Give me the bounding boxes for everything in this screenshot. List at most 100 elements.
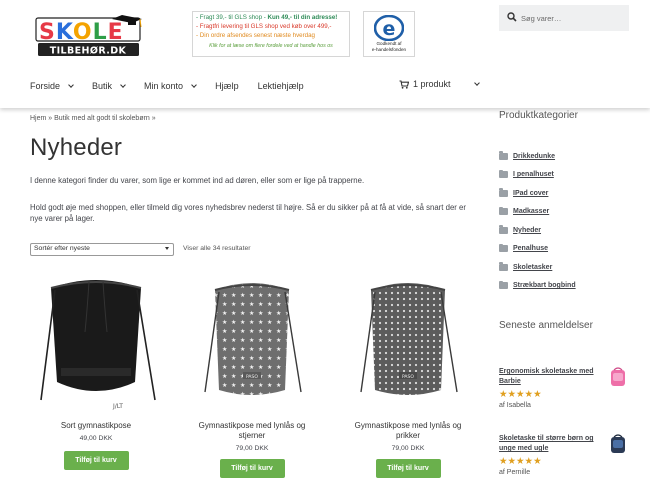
main-navigation: Forside Butik Min konto Hjælp Lektiehjæl…: [30, 79, 323, 93]
folder-icon: [499, 280, 508, 290]
sort-select[interactable]: Sortér efter nyeste: [30, 243, 174, 256]
recent-reviews-title: Seneste anmeldelser: [499, 320, 593, 331]
category-label: Nyheder: [513, 226, 542, 234]
logo-subtext: TILBEHØR.DK: [50, 46, 127, 57]
rating-stars: ★★★★★: [499, 456, 542, 467]
category-label: Madkasser: [513, 208, 550, 216]
product-price: 79,00 DKK: [391, 445, 425, 452]
cart-menu[interactable]: 1 produkt: [399, 79, 480, 89]
product-print-text: PASO: [402, 374, 414, 380]
nav-item-lektiehjaelp[interactable]: Lektiehjælp: [258, 79, 304, 93]
breadcrumb[interactable]: Hjem » Butik med alt godt til skolebørn …: [30, 115, 156, 122]
chevron-down-icon: [68, 81, 74, 88]
folder-icon: [499, 206, 508, 216]
product-image[interactable]: PASO: [341, 272, 475, 412]
trust-line-2: e-handelsfonden: [371, 46, 407, 52]
folder-icon: [499, 262, 508, 271]
folder-icon: [499, 151, 508, 160]
nav-label: Lektiehjælp: [257, 81, 304, 91]
category-label: IPad cover: [513, 189, 549, 197]
folder-icon: [499, 243, 508, 253]
page-title: Nyheder: [30, 134, 123, 161]
sort-selected-value: Sortér efter nyeste: [34, 245, 90, 252]
nav-item-forside[interactable]: Forside: [30, 79, 74, 93]
review-product-thumbnail[interactable]: [609, 434, 627, 454]
svg-text:e: e: [383, 18, 396, 40]
category-link-i-penalhuset[interactable]: I penalhuset: [499, 166, 576, 185]
site-header: SKOLE TILBEHØR.DK - Fragt 39,- til GLS s…: [0, 0, 650, 108]
product-print-text: PASO: [246, 374, 258, 380]
promo-line-1-prefix: - Fragt 39,- til GLS shop -: [196, 14, 268, 21]
product-image[interactable]: J/LT: [29, 272, 163, 412]
chevron-down-icon: [165, 247, 169, 250]
category-link-straekbart-bogbind[interactable]: Strækbart bogbind: [499, 277, 576, 296]
chevron-down-icon: [120, 81, 126, 88]
result-count: Viser alle 34 resultater: [183, 245, 251, 252]
category-label: I penalhuset: [513, 171, 554, 179]
nav-label: Hjælp: [215, 81, 239, 91]
category-label: Penalhuse: [513, 245, 549, 253]
promo-line-2: - Fragtfri levering til GLS shop ved køb…: [196, 22, 332, 30]
chevron-down-icon: [191, 81, 197, 88]
svg-text:SKOLE: SKOLE: [39, 20, 124, 45]
product-card: PASO Gymnastikpose med lynlås og prikker…: [341, 272, 475, 478]
nav-label: Butik: [92, 81, 113, 91]
product-card: ★ PASO Gymnastikpose med lynlås og stjer…: [185, 272, 319, 478]
category-description-1: I denne kategori finder du varer, som li…: [30, 176, 365, 185]
category-link-drikkedunke[interactable]: Drikkedunke: [499, 147, 576, 166]
category-label: Skoletasker: [513, 263, 553, 271]
category-description-2: Hold godt øje med shoppen, eller tilmeld…: [30, 203, 466, 223]
chevron-down-icon: [473, 79, 480, 86]
product-card: J/LT Sort gymnastikpose 49,00 DKK Tilføj…: [29, 272, 163, 470]
nav-label: Forside: [30, 81, 61, 91]
promo-line-1-bold: Kun 49,- til din adresse!: [267, 14, 338, 21]
category-label: Strækbart bogbind: [513, 282, 576, 290]
promo-line-3: - Din ordre afsendes senest næste hverda…: [196, 31, 316, 39]
search-input[interactable]: [521, 11, 621, 25]
category-link-nyheder[interactable]: Nyheder: [499, 221, 576, 240]
category-label: Drikkedunke: [513, 152, 556, 160]
add-to-cart-button[interactable]: Tilføj til kurv: [375, 459, 441, 478]
review-item: Skoletaske til større børn og unge med u…: [499, 434, 629, 476]
promo-line-1: - Fragt 39,- til GLS shop - Kun 49,- til…: [196, 14, 346, 23]
nav-item-butik[interactable]: Butik: [92, 79, 126, 93]
e-maerket-icon: e: [374, 15, 404, 41]
cart-icon: [399, 79, 409, 89]
review-item: Ergonomisk skoletaske med Barbie ★★★★★ a…: [499, 367, 629, 409]
logo-graphic: SKOLE TILBEHØR.DK: [35, 15, 142, 57]
product-name[interactable]: Gymnastikpose med lynlås og stjerner: [185, 421, 319, 441]
category-list: Drikkedunke I penalhuset IPad cover Madk…: [499, 147, 576, 295]
nav-label: Min konto: [144, 81, 184, 91]
shipping-promo-box[interactable]: - Fragt 39,- til GLS shop - Kun 49,- til…: [192, 11, 350, 57]
review-product-link[interactable]: Ergonomisk skoletaske med Barbie: [499, 367, 599, 387]
category-link-skoletasker[interactable]: Skoletasker: [499, 258, 576, 277]
product-price: 79,00 DKK: [235, 445, 269, 452]
category-link-penalhuse[interactable]: Penalhuse: [499, 240, 576, 259]
product-name[interactable]: Sort gymnastikpose: [29, 421, 163, 431]
folder-icon: [499, 225, 508, 234]
e-maerket-badge[interactable]: e Godkendt af e-handelsfonden: [363, 11, 415, 57]
folder-icon: [499, 169, 508, 179]
product-price: 49,00 DKK: [79, 435, 113, 442]
category-link-madkasser[interactable]: Madkasser: [499, 203, 576, 222]
site-logo[interactable]: SKOLE TILBEHØR.DK: [34, 12, 146, 58]
product-print-text: J/LT: [112, 403, 123, 410]
rating-stars: ★★★★★: [499, 389, 542, 400]
folder-icon: [499, 188, 508, 197]
nav-item-min-konto[interactable]: Min konto: [144, 79, 197, 93]
review-author: af Pernille: [499, 469, 531, 476]
product-image[interactable]: ★ PASO: [185, 272, 319, 412]
search-icon[interactable]: [507, 12, 517, 22]
product-name[interactable]: Gymnastikpose med lynlås og prikker: [341, 421, 475, 441]
add-to-cart-button[interactable]: Tilføj til kurv: [219, 459, 285, 478]
review-product-link[interactable]: Skoletaske til større børn og unge med u…: [499, 434, 599, 454]
product-categories-title: Produktkategorier: [499, 110, 578, 121]
cart-count: 1 produkt: [413, 79, 451, 89]
search-box: [499, 5, 629, 31]
review-author: af Isabella: [499, 402, 531, 409]
nav-item-hjaelp[interactable]: Hjælp: [215, 79, 239, 93]
add-to-cart-button[interactable]: Tilføj til kurv: [63, 451, 129, 470]
promo-read-more[interactable]: Klik for at læse om flere fordele ved at…: [196, 42, 346, 51]
review-product-thumbnail[interactable]: [609, 367, 627, 387]
category-link-ipad-cover[interactable]: IPad cover: [499, 184, 576, 203]
